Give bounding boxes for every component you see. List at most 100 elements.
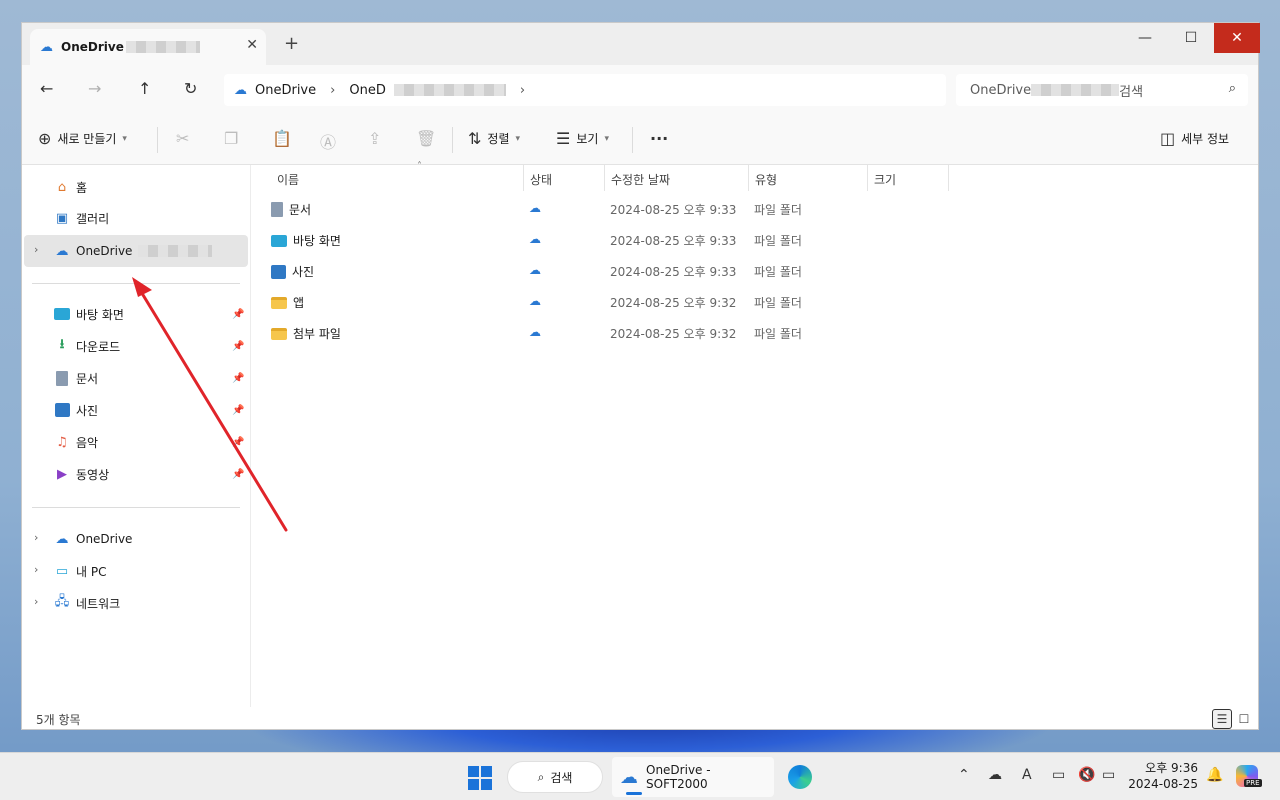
share-button[interactable]: ⇪ [368,129,381,148]
taskbar-search[interactable]: ⌕ 검색 [507,761,603,793]
sort-button[interactable]: ⇅ 정렬 ▾ [468,129,520,148]
sidebar-item-downloads[interactable]: ⭳ 다운로드 [54,336,120,356]
chevron-right-icon[interactable]: › [34,563,38,576]
file-name: 첨부 파일 [293,327,341,341]
file-type: 파일 폴더 [754,203,802,217]
up-icon[interactable]: ↑ [138,79,151,98]
chevron-right-icon[interactable]: › [34,531,38,544]
input-method-icon[interactable]: A [1022,767,1032,783]
taskbar-app-onedrive[interactable]: ☁ OneDrive - SOFT2000 [612,757,774,797]
maximize-button[interactable]: ☐ [1168,23,1214,53]
rename-button[interactable]: Ⓐ [320,129,336,153]
cloud-icon: ☁ [55,531,69,547]
sidebar-item-pictures[interactable]: 사진 [54,400,98,420]
sidebar-item-label: 사진 [76,403,99,418]
refresh-icon[interactable]: ↻ [184,79,197,98]
table-row[interactable]: 앱 ☁ 2024-08-25 오후 9:32 파일 폴더 [251,287,951,318]
sidebar-item-music[interactable]: ♫ 음악 [54,432,98,452]
column-header-size[interactable]: 크기 [868,165,948,193]
table-row[interactable]: 첨부 파일 ☁ 2024-08-25 오후 9:32 파일 폴더 [251,318,951,349]
table-row[interactable]: 사진 ☁ 2024-08-25 오후 9:33 파일 폴더 [251,256,951,287]
table-row[interactable]: 문서 ☁ 2024-08-25 오후 9:33 파일 폴더 [251,194,951,225]
chevron-right-icon[interactable]: › [520,83,525,98]
sidebar-item-home[interactable]: ⌂ 홈 [54,177,87,197]
table-row[interactable]: 바탕 화면 ☁ 2024-08-25 오후 9:33 파일 폴더 [251,225,951,256]
column-header-date[interactable]: 수정한 날짜 [605,165,748,193]
file-date: 2024-08-25 오후 9:32 [610,296,737,310]
navigation-pane: ⌂ 홈 ▣ 갤러리 › ☁ OneDrive 바탕 화면 📌 ⭳ 다운로드 📌 … [22,165,250,707]
back-icon[interactable]: ← [40,79,53,98]
battery-icon[interactable]: ▭ [1102,767,1115,783]
column-divider[interactable] [948,165,949,191]
details-view-icon[interactable]: ☰ [1212,709,1232,729]
chevron-right-icon[interactable]: › [34,243,38,256]
edge-button[interactable] [788,765,812,789]
sidebar-item-onedrive[interactable]: ☁ OneDrive [54,241,213,261]
close-window-button[interactable]: ✕ [1214,23,1260,53]
sidebar-item-onedrive-2[interactable]: ☁ OneDrive [54,529,133,549]
paste-button[interactable]: 📋 [272,129,292,148]
details-pane-button[interactable]: ◫ 세부 정보 [1160,129,1229,148]
forward-icon[interactable]: → [88,79,101,98]
cloud-icon: ☁ [620,766,638,788]
pc-icon: ▭ [55,563,69,579]
chevron-up-icon[interactable]: ⌃ [958,767,970,783]
file-type: 파일 폴더 [754,327,802,341]
close-tab-icon[interactable]: ✕ [246,37,258,53]
breadcrumb-current[interactable]: OneD [349,83,385,98]
pin-icon[interactable]: 📌 [232,469,244,480]
pin-icon[interactable]: 📌 [232,309,244,320]
share-icon: ⇪ [368,129,382,148]
column-header-name[interactable]: 이름 ˄ [271,161,523,193]
cut-button[interactable]: ✂ [176,129,189,148]
cloud-icon: ☁ [234,82,247,98]
taskbar: ⌕ 검색 ☁ OneDrive - SOFT2000 ⌃ ☁ A ▭ 🔇 ▭ 오… [0,752,1280,800]
sidebar-item-documents[interactable]: 문서 [54,368,98,388]
address-bar[interactable]: ☁ OneDrive › OneD › [224,74,946,106]
search-label: 검색 [1119,84,1144,100]
sort-icon: ⇅ [468,129,482,148]
pin-icon[interactable]: 📌 [232,405,244,416]
pin-icon[interactable]: 📌 [232,373,244,384]
file-name: 바탕 화면 [293,234,341,248]
column-header-status[interactable]: 상태 [524,165,604,193]
tab-onedrive[interactable]: ☁ OneDrive ✕ [30,29,266,65]
new-button[interactable]: ⊕ 새로 만들기 ▾ [38,129,127,148]
onedrive-tray-icon[interactable]: ☁ [988,767,1002,783]
minimize-button[interactable]: — [1122,23,1168,53]
sort-label: 정렬 [487,132,510,146]
clock[interactable]: 오후 9:36 2024-08-25 [1128,760,1198,792]
sidebar-item-desktop[interactable]: 바탕 화면 [54,304,124,324]
new-tab-button[interactable]: + [284,33,299,54]
redacted-text [138,245,213,257]
delete-button[interactable]: 🗑 [416,129,436,148]
volume-muted-icon[interactable]: 🔇 [1078,767,1095,783]
column-label: 유형 [755,172,778,187]
sidebar-item-videos[interactable]: ▶ 동영상 [54,464,109,484]
notification-bell-icon[interactable]: 🔔 [1206,767,1223,783]
view-button[interactable]: ☰ 보기 ▾ [556,129,609,148]
file-name: 사진 [292,265,315,279]
sidebar-item-network[interactable]: 🖧 네트워크 [54,593,120,613]
tiles-view-icon[interactable]: ☐ [1234,709,1254,729]
pin-icon[interactable]: 📌 [232,341,244,352]
copy-button[interactable]: ❐ [224,129,238,148]
windows-logo-icon [468,766,492,790]
column-header-type[interactable]: 유형 [749,165,867,193]
start-button[interactable] [468,766,492,790]
search-box[interactable]: OneDrive 검색 ⌕ [956,74,1248,106]
view-list-icon: ☰ [556,129,571,148]
pin-icon[interactable]: 📌 [232,437,244,448]
display-icon[interactable]: ▭ [1052,767,1065,783]
sidebar-item-this-pc[interactable]: ▭ 내 PC [54,561,107,581]
chevron-down-icon: ▾ [604,133,609,144]
file-explorer-window: ☁ OneDrive ✕ + — ☐ ✕ ← → ↑ ↻ ☁ OneDrive … [21,22,1260,731]
file-date: 2024-08-25 오후 9:33 [610,203,737,217]
sidebar-item-gallery[interactable]: ▣ 갤러리 [54,208,109,228]
chevron-right-icon[interactable]: › [34,595,38,608]
breadcrumb-onedrive[interactable]: OneDrive [255,83,316,98]
status-bar: 5개 항목 ☰ ☐ [22,707,1258,731]
preview-badge: PRE [1244,779,1262,787]
cloud-status-icon: ☁ [529,263,541,277]
more-options-button[interactable]: ··· [650,129,668,148]
